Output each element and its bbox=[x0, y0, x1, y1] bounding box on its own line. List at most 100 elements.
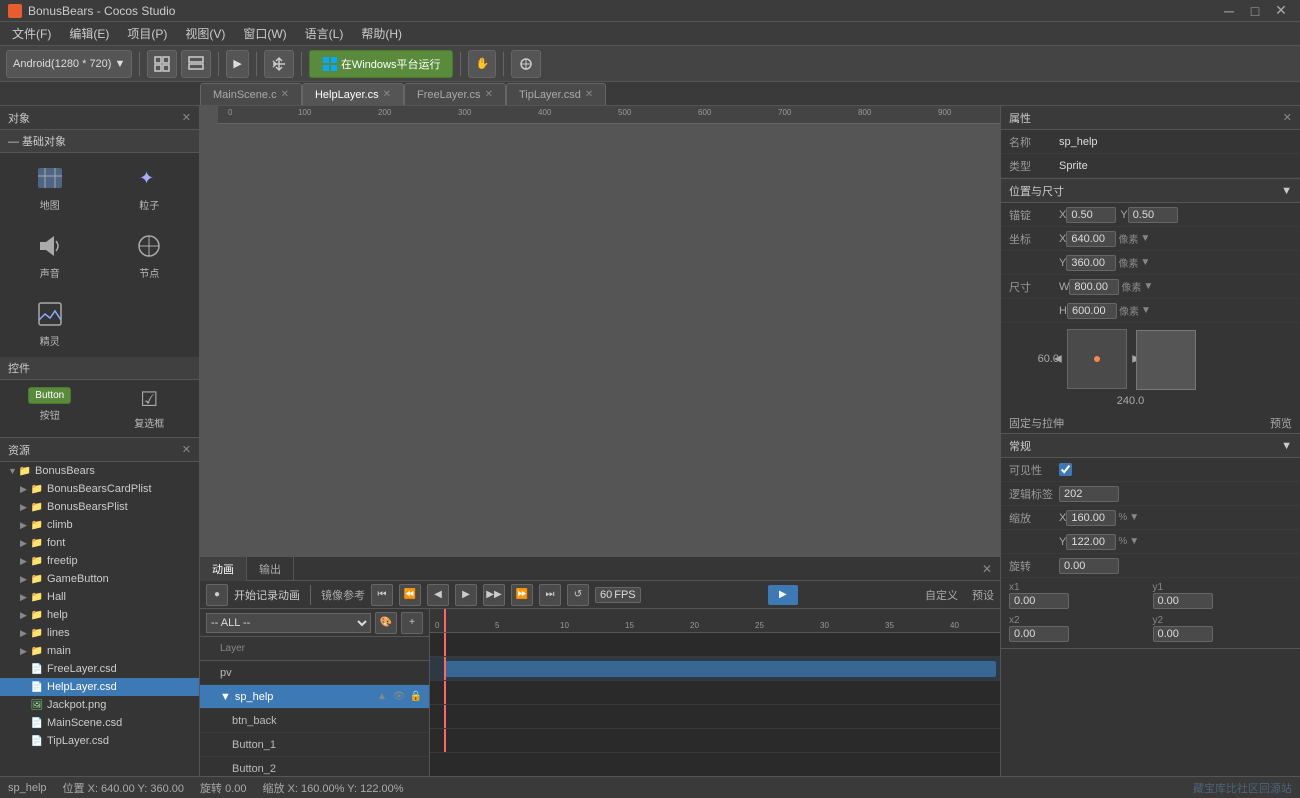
tab-mainscene[interactable]: MainScene.c ✕ bbox=[200, 83, 302, 105]
tree-item-plist[interactable]: ▶ 📁 BonusBearsPlist bbox=[0, 498, 199, 516]
tl-prev[interactable]: ⏪ bbox=[399, 584, 421, 606]
layer-filter-select[interactable]: -- ALL -- bbox=[206, 613, 371, 633]
menubar: 文件(F) 编辑(E) 项目(P) 视图(V) 窗口(W) 语言(L) 帮助(H… bbox=[0, 22, 1300, 46]
layer-row-btn2[interactable]: Button_2 bbox=[200, 757, 429, 776]
size-w-input[interactable] bbox=[1069, 279, 1119, 295]
move-btn[interactable] bbox=[264, 50, 294, 78]
tab-tiplayer[interactable]: TipLayer.csd ✕ bbox=[506, 83, 606, 105]
tl-lock-icon[interactable]: 🔒 bbox=[409, 690, 423, 704]
tab-freelayer[interactable]: FreeLayer.cs ✕ bbox=[404, 83, 506, 105]
tl-next-frame[interactable]: ▶▶ bbox=[483, 584, 505, 606]
logic-tag-input[interactable] bbox=[1059, 486, 1119, 502]
object-sound[interactable]: 声音 bbox=[0, 221, 100, 289]
anchor-y-input[interactable] bbox=[1128, 207, 1178, 223]
snap-btn[interactable] bbox=[511, 50, 541, 78]
tab-freelayer-close[interactable]: ✕ bbox=[485, 89, 493, 100]
scale-x-input[interactable] bbox=[1066, 510, 1116, 526]
play-btn[interactable]: ▶ bbox=[226, 50, 248, 78]
output-tab[interactable]: 输出 bbox=[247, 557, 294, 581]
tree-item-helplayer[interactable]: 📄 HelpLayer.csd bbox=[0, 678, 199, 696]
tree-item-gamebutton[interactable]: ▶ 📁 GameButton bbox=[0, 570, 199, 588]
tl-next-last[interactable]: ⏭ bbox=[539, 584, 561, 606]
y2-input[interactable] bbox=[1153, 626, 1213, 642]
t5: 5 bbox=[495, 621, 499, 630]
menu-project[interactable]: 项目(P) bbox=[119, 23, 175, 44]
tl-loop[interactable]: ↺ bbox=[567, 584, 589, 606]
object-map[interactable]: 地图 bbox=[0, 153, 100, 221]
paint-icon[interactable]: 🎨 bbox=[375, 612, 397, 634]
menu-language[interactable]: 语言(L) bbox=[297, 23, 352, 44]
props-close[interactable]: ✕ bbox=[1283, 111, 1292, 124]
objects-panel-close[interactable]: ✕ bbox=[182, 111, 191, 124]
layer-row-sphelp[interactable]: ▼ sp_help ▲ 👁 🔒 bbox=[200, 685, 429, 709]
tree-item-jackpot[interactable]: 🖼 Jackpot.png bbox=[0, 696, 199, 714]
pos-y-input[interactable] bbox=[1066, 255, 1116, 271]
assets-close[interactable]: ✕ bbox=[182, 443, 191, 456]
visibility-checkbox[interactable] bbox=[1059, 463, 1072, 476]
minimize-button[interactable]: ─ bbox=[1218, 1, 1240, 21]
object-node[interactable]: 节点 bbox=[100, 221, 200, 289]
tl-play[interactable]: ▶ bbox=[455, 584, 477, 606]
hand-tool[interactable]: ✋ bbox=[468, 50, 496, 78]
widget-checkbox[interactable]: ☑ 复选框 bbox=[100, 380, 200, 437]
run-button[interactable]: 在Windows平台运行 bbox=[309, 50, 454, 78]
pos-x-input[interactable] bbox=[1066, 231, 1116, 247]
menu-help[interactable]: 帮助(H) bbox=[353, 23, 410, 44]
tree-item-mainscene[interactable]: 📄 MainScene.csd bbox=[0, 714, 199, 732]
tree-item-climb[interactable]: ▶ 📁 climb bbox=[0, 516, 199, 534]
x1-input[interactable] bbox=[1009, 593, 1069, 609]
layer-row-btn1[interactable]: Button_1 bbox=[200, 733, 429, 757]
tree-item-bonusbears[interactable]: ▼ 📁 BonusBears bbox=[0, 462, 199, 480]
device-select[interactable]: Android(1280 * 720) ▼ bbox=[6, 50, 132, 78]
tl-prev-first[interactable]: ⏮ bbox=[371, 584, 393, 606]
tree-item-freelayer[interactable]: 📄 FreeLayer.csd bbox=[0, 660, 199, 678]
timeline-tracks[interactable]: 0 5 10 15 20 25 30 35 40 45 bbox=[430, 609, 1000, 776]
maximize-button[interactable]: □ bbox=[1244, 1, 1266, 21]
ruler-700: 700 bbox=[778, 108, 791, 117]
tl-next[interactable]: ⏩ bbox=[511, 584, 533, 606]
timeline-tab[interactable]: 动画 bbox=[200, 557, 247, 581]
layout-btn[interactable] bbox=[147, 50, 177, 78]
x2-input[interactable] bbox=[1009, 626, 1069, 642]
scale-y-input[interactable] bbox=[1066, 534, 1116, 550]
menu-file[interactable]: 文件(F) bbox=[4, 23, 59, 44]
tl-visible-icon[interactable]: 👁 bbox=[392, 690, 406, 704]
rotate-input[interactable] bbox=[1059, 558, 1119, 574]
expand-icon: ▶ bbox=[20, 538, 30, 549]
bottom-panel-close[interactable]: ✕ bbox=[974, 562, 1000, 576]
menu-window[interactable]: 窗口(W) bbox=[235, 23, 294, 44]
common-header[interactable]: 常规 ▼ bbox=[1001, 434, 1300, 458]
tab-mainscene-close[interactable]: ✕ bbox=[281, 89, 289, 100]
menu-edit[interactable]: 编辑(E) bbox=[61, 23, 117, 44]
tl-record-btn[interactable]: ● bbox=[206, 584, 228, 606]
object-sprite[interactable]: 精灵 bbox=[0, 289, 100, 357]
tree-item-font[interactable]: ▶ 📁 font bbox=[0, 534, 199, 552]
needle-pv bbox=[444, 633, 446, 656]
close-button[interactable]: ✕ bbox=[1270, 1, 1292, 21]
widget-button[interactable]: Button 按钮 bbox=[0, 380, 100, 437]
size-h-input[interactable] bbox=[1067, 303, 1117, 319]
layout2-btn[interactable] bbox=[181, 50, 211, 78]
tree-item-freetip[interactable]: ▶ 📁 freetip bbox=[0, 552, 199, 570]
tree-item-tiplayer[interactable]: 📄 TipLayer.csd bbox=[0, 732, 199, 750]
add-layer-btn[interactable]: + bbox=[401, 612, 423, 634]
tree-item-help[interactable]: ▶ 📁 help bbox=[0, 606, 199, 624]
layer-row-pv[interactable]: pv bbox=[200, 661, 429, 685]
sound-icon bbox=[34, 230, 66, 262]
tree-item-lines[interactable]: ▶ 📁 lines bbox=[0, 624, 199, 642]
object-particle[interactable]: ✦ 粒子 bbox=[100, 153, 200, 221]
tab-helplayer-close[interactable]: ✕ bbox=[383, 89, 391, 100]
tree-item-hall[interactable]: ▶ 📁 Hall bbox=[0, 588, 199, 606]
tl-prev-frame[interactable]: ◀ bbox=[427, 584, 449, 606]
pos-size-header[interactable]: 位置与尺寸 ▼ bbox=[1001, 179, 1300, 203]
tab-tiplayer-close[interactable]: ✕ bbox=[585, 89, 593, 100]
anchor-x-input[interactable] bbox=[1066, 207, 1116, 223]
tree-item-cardplist[interactable]: ▶ 📁 BonusBearsCardPlist bbox=[0, 480, 199, 498]
menu-view[interactable]: 视图(V) bbox=[177, 23, 233, 44]
tree-item-main[interactable]: ▶ 📁 main bbox=[0, 642, 199, 660]
tl-playhead[interactable]: ▶ bbox=[768, 585, 798, 605]
y1-input[interactable] bbox=[1153, 593, 1213, 609]
layer-row-btnback[interactable]: btn_back bbox=[200, 709, 429, 733]
tab-helplayer[interactable]: HelpLayer.cs ✕ bbox=[302, 83, 404, 105]
tl-up-icon[interactable]: ▲ bbox=[375, 690, 389, 704]
